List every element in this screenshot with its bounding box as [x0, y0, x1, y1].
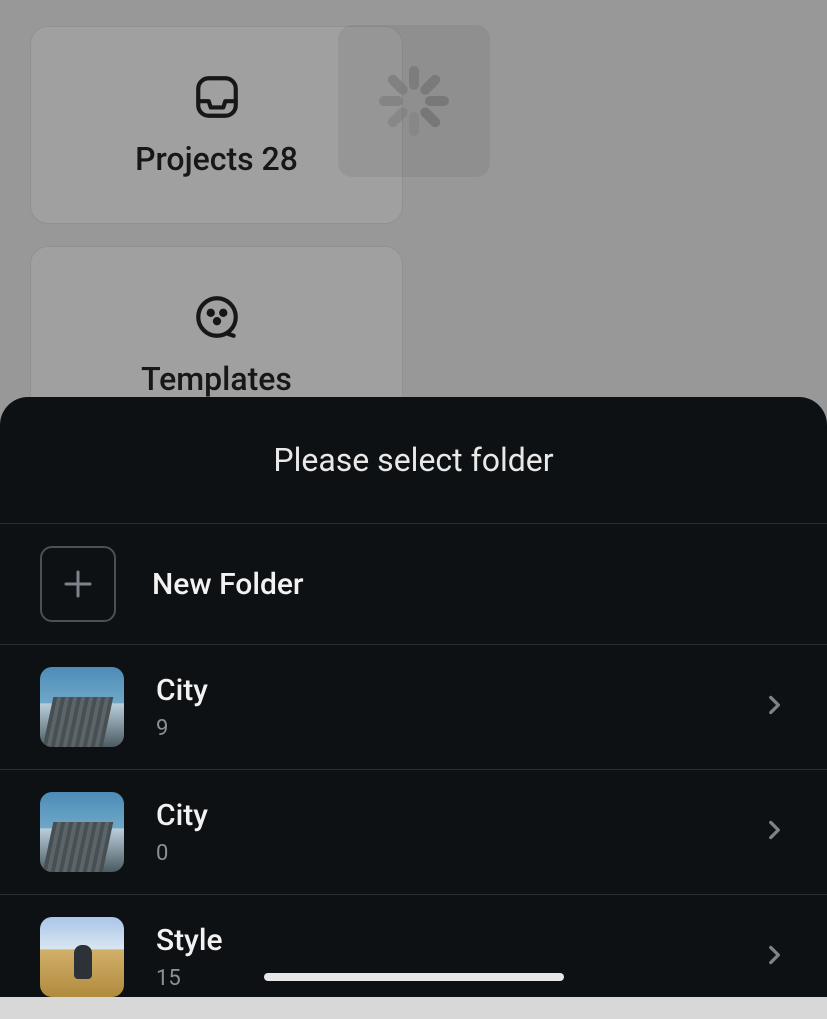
chevron-right-icon — [761, 817, 787, 847]
folder-thumbnail — [40, 667, 124, 747]
chevron-right-icon — [761, 692, 787, 722]
folder-row[interactable]: City 9 — [0, 645, 827, 770]
new-folder-label: New Folder — [152, 567, 787, 602]
home-indicator[interactable] — [264, 973, 564, 981]
folder-row[interactable]: Style 15 — [0, 895, 827, 1019]
plus-icon — [40, 546, 116, 622]
sheet-title: Please select folder — [0, 397, 827, 524]
folder-picker-sheet: Please select folder New Folder City 9 C… — [0, 397, 827, 997]
folder-thumbnail — [40, 917, 124, 997]
folder-count: 0 — [156, 841, 761, 866]
chevron-right-icon — [761, 942, 787, 972]
folder-name: City — [156, 798, 761, 833]
folder-thumbnail — [40, 792, 124, 872]
folder-name: City — [156, 673, 761, 708]
folder-count: 9 — [156, 716, 761, 741]
loading-indicator — [338, 25, 490, 177]
spinner-icon — [379, 66, 449, 136]
folder-name: Style — [156, 923, 761, 958]
folder-row[interactable]: City 0 — [0, 770, 827, 895]
new-folder-row[interactable]: New Folder — [0, 524, 827, 645]
